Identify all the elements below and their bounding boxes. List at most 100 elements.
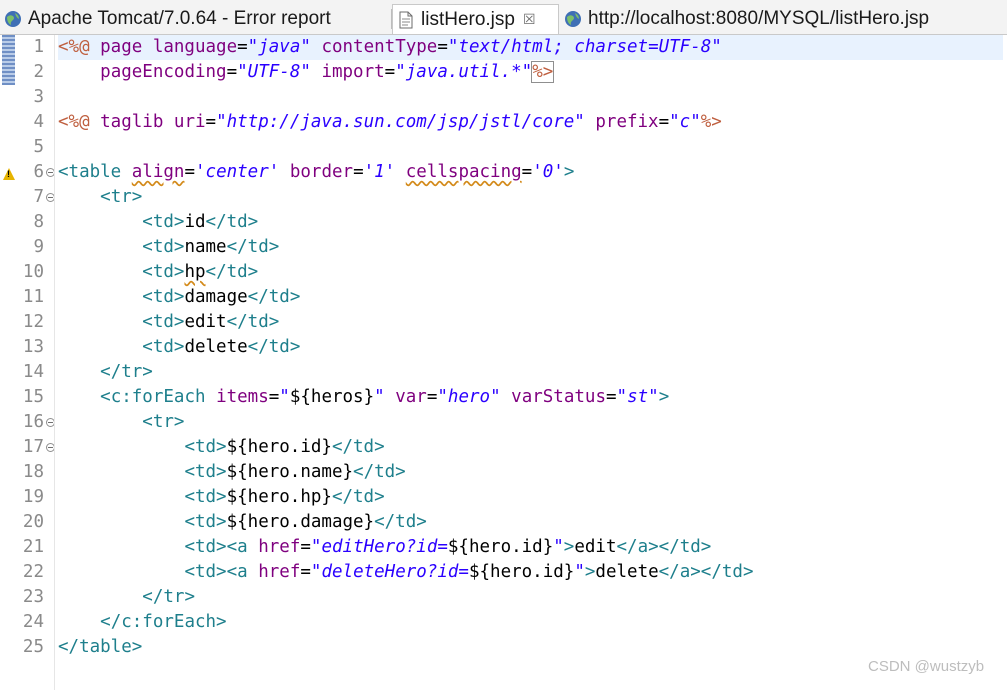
text: hp: [184, 262, 206, 282]
quote: ": [279, 387, 290, 407]
tag: </td>: [331, 437, 385, 457]
el-expression: ${hero.id}: [226, 437, 332, 457]
tag: </tr>: [142, 587, 195, 607]
attr-value: "java.util.*": [395, 62, 533, 82]
tag-open: <c:forEach: [100, 387, 206, 407]
attr-name: href: [258, 537, 301, 557]
code-line-20: <td>${hero.damage}</td>: [58, 510, 427, 535]
equals: =: [300, 537, 311, 557]
attr-name: uri: [173, 112, 206, 132]
close-tab-icon[interactable]: ☒: [523, 11, 536, 28]
globe-icon: [565, 11, 581, 27]
code-line-24: </c:forEach>: [58, 610, 226, 635]
tab-tomcat-error-report[interactable]: Apache Tomcat/7.0.64 - Error report: [0, 4, 392, 34]
el-expression: ${hero.hp}: [226, 487, 332, 507]
attr-value: '1': [363, 162, 396, 182]
jsp-file-icon: [399, 11, 413, 28]
tag: </td>: [353, 462, 406, 482]
tag: </td>: [700, 562, 754, 582]
warning-icon[interactable]: [3, 168, 15, 180]
equals: =: [300, 562, 311, 582]
equals: =: [353, 162, 364, 182]
code-line-6: <table align='center' border='1' cellspa…: [58, 160, 574, 185]
gutter-divider: [54, 35, 55, 690]
tab-localhost-listhero[interactable]: http://localhost:8080/MYSQL/listHero.jsp: [560, 4, 1007, 34]
tag: <td>: [142, 262, 185, 282]
tag: <td>: [142, 237, 185, 257]
tag: <td>: [142, 337, 185, 357]
tab-label: http://localhost:8080/MYSQL/listHero.jsp: [588, 8, 930, 29]
code-editor[interactable]: 1 2 3 4 5 6 7 8 9 10 11 12 13 14 15 16 1…: [0, 35, 1007, 690]
equals: =: [437, 37, 448, 57]
line-number: 25: [22, 637, 44, 657]
line-number: 3: [33, 87, 44, 107]
code-line-15: <c:forEach items="${heros}" var="hero" v…: [58, 385, 669, 410]
attr-name: varStatus: [511, 387, 606, 407]
attr-value: "hero": [437, 387, 501, 407]
attr-value: "UTF-8": [237, 62, 311, 82]
attr-name: import: [321, 62, 385, 82]
tag: </td>: [205, 262, 259, 282]
tag: <td>: [184, 512, 227, 532]
code-line-13: <td>delete</td>: [58, 335, 300, 360]
tag: </a>: [616, 537, 659, 557]
code-line-14: </tr>: [58, 360, 153, 385]
tab-listhero-jsp[interactable]: listHero.jsp ☒: [392, 4, 559, 34]
tag-close: >: [658, 387, 670, 407]
code-line-12: <td>edit</td>: [58, 310, 279, 335]
line-number-gutter: 1 2 3 4 5 6 7 8 9 10 11 12 13 14 15 16 1…: [19, 35, 55, 690]
line-number: 5: [33, 137, 44, 157]
equals: =: [226, 62, 238, 82]
attr-value: "st": [616, 387, 659, 407]
attr-value: "text/html; charset=UTF-8": [447, 37, 722, 57]
tag: <td>: [184, 437, 227, 457]
code-line-22: <td><a href="deleteHero?id=${hero.id}">d…: [58, 560, 753, 585]
attr-value: "editHero?id=: [310, 537, 448, 557]
editor-tab-bar: Apache Tomcat/7.0.64 - Error report list…: [0, 0, 1007, 35]
line-number: 10: [22, 262, 44, 282]
line-number: 18: [22, 462, 44, 482]
equals: =: [268, 387, 280, 407]
line-number: 4: [33, 112, 44, 132]
el-expression: ${heros}: [289, 387, 375, 407]
tag: <td>: [142, 287, 185, 307]
line-number: 14: [22, 362, 44, 382]
tag: </td>: [374, 512, 427, 532]
attr-name: prefix: [595, 112, 659, 132]
line-number: 6: [33, 162, 44, 182]
watermark: CSDN @wustzyb: [868, 658, 985, 675]
text: delete: [184, 337, 248, 357]
tag: </td>: [247, 287, 301, 307]
globe-icon: [5, 11, 21, 27]
attr-name: align: [131, 162, 185, 182]
code-line-9: <td>name</td>: [58, 235, 279, 260]
directive-close: %>: [531, 61, 555, 83]
code-line-25: </table>: [58, 635, 142, 660]
attr-value: "java": [247, 37, 311, 57]
line-number: 19: [22, 487, 44, 507]
tag: </td>: [226, 312, 280, 332]
text: name: [184, 237, 227, 257]
attr-value: 'center': [195, 162, 280, 182]
code-line-23: </tr>: [58, 585, 195, 610]
equals: =: [205, 112, 217, 132]
attr-name: items: [216, 387, 269, 407]
line-number: 22: [22, 562, 44, 582]
